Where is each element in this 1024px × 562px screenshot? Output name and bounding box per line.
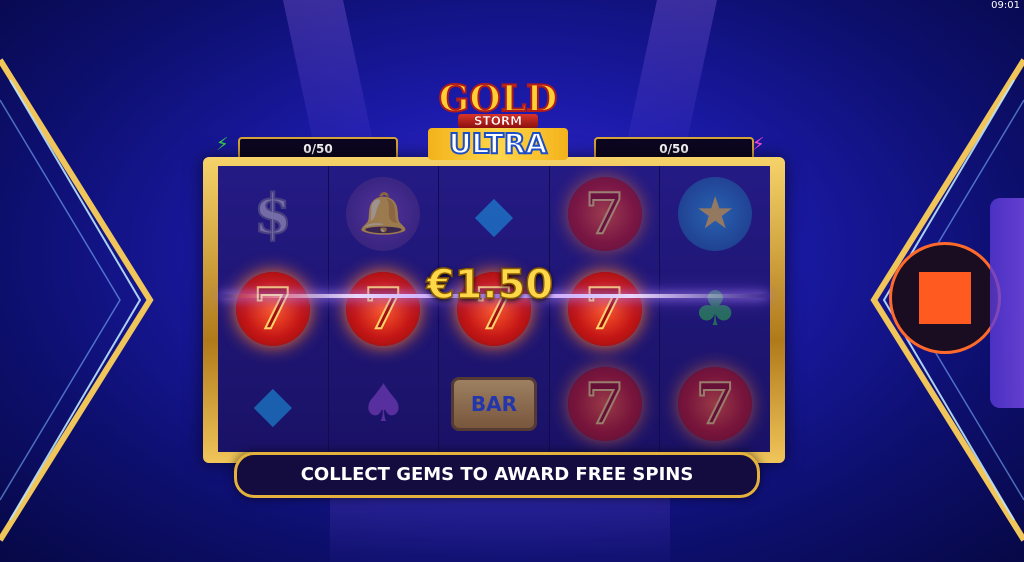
win-amount: €1.50 [426, 261, 554, 309]
reel-grid: $ 7 ◆ 🔔 7 ♠ ◆ 7 BAR 7 7 7 ★ ♣ 7 [218, 166, 770, 452]
reel-3: ◆ 7 BAR [439, 166, 550, 452]
reel-cell: $ [218, 166, 328, 261]
pink-bolt-icon: ⚡ [752, 134, 765, 155]
reel-1: $ 7 ◆ [218, 166, 329, 452]
club-symbol-icon: ♣ [693, 280, 737, 337]
reel-cell: 7 [550, 357, 660, 452]
logo-storm-text: STORM [458, 114, 538, 128]
reel-2: 🔔 7 ♠ [328, 166, 440, 452]
bar-symbol-icon: BAR [450, 377, 537, 432]
reel-cell: ★ [660, 166, 770, 261]
reel-cell: ◆ [218, 357, 328, 452]
reel-cell: ♣ [660, 261, 770, 356]
spade-symbol-icon: ♠ [360, 374, 407, 435]
background-beam [622, 0, 718, 160]
reel-cell: ◆ [439, 166, 549, 261]
reel-cell: 7 [550, 166, 660, 261]
reel-5: ★ ♣ 7 [660, 166, 770, 452]
background-beam [282, 0, 378, 160]
seven-symbol-icon: 7 [567, 176, 642, 251]
logo-ultra-text: ULTRA [428, 127, 568, 161]
dollar-symbol-icon: $ [253, 181, 293, 247]
reel-4: 7 7 7 [549, 166, 661, 452]
game-logo: GOLD STORM ULTRA [408, 77, 584, 166]
left-lightning-chevron [0, 58, 154, 542]
stop-square-icon [919, 272, 971, 324]
blue-diamond-symbol-icon: ◆ [253, 375, 293, 434]
reel-cell: 🔔 [329, 166, 439, 261]
bell-symbol-icon: 🔔 [346, 176, 421, 251]
star-symbol-icon: ★ [678, 176, 753, 251]
reel-cell: 7 [218, 261, 328, 356]
seven-symbol-icon: 7 [678, 367, 753, 442]
side-panel-edge [990, 198, 1024, 408]
reel-cell: BAR [439, 357, 549, 452]
seven-symbol-icon: 7 [567, 367, 642, 442]
blue-diamond-symbol-icon: ◆ [474, 184, 514, 243]
seven-symbol-icon: 7 [235, 271, 310, 346]
green-bolt-icon: ⚡ [216, 134, 229, 155]
info-banner: COLLECT GEMS TO AWARD FREE SPINS [234, 452, 760, 498]
reel-cell: ♠ [329, 357, 439, 452]
reel-cell: 7 [660, 357, 770, 452]
status-clock: 09:01 [991, 0, 1020, 11]
stop-spin-button[interactable] [889, 242, 1001, 354]
